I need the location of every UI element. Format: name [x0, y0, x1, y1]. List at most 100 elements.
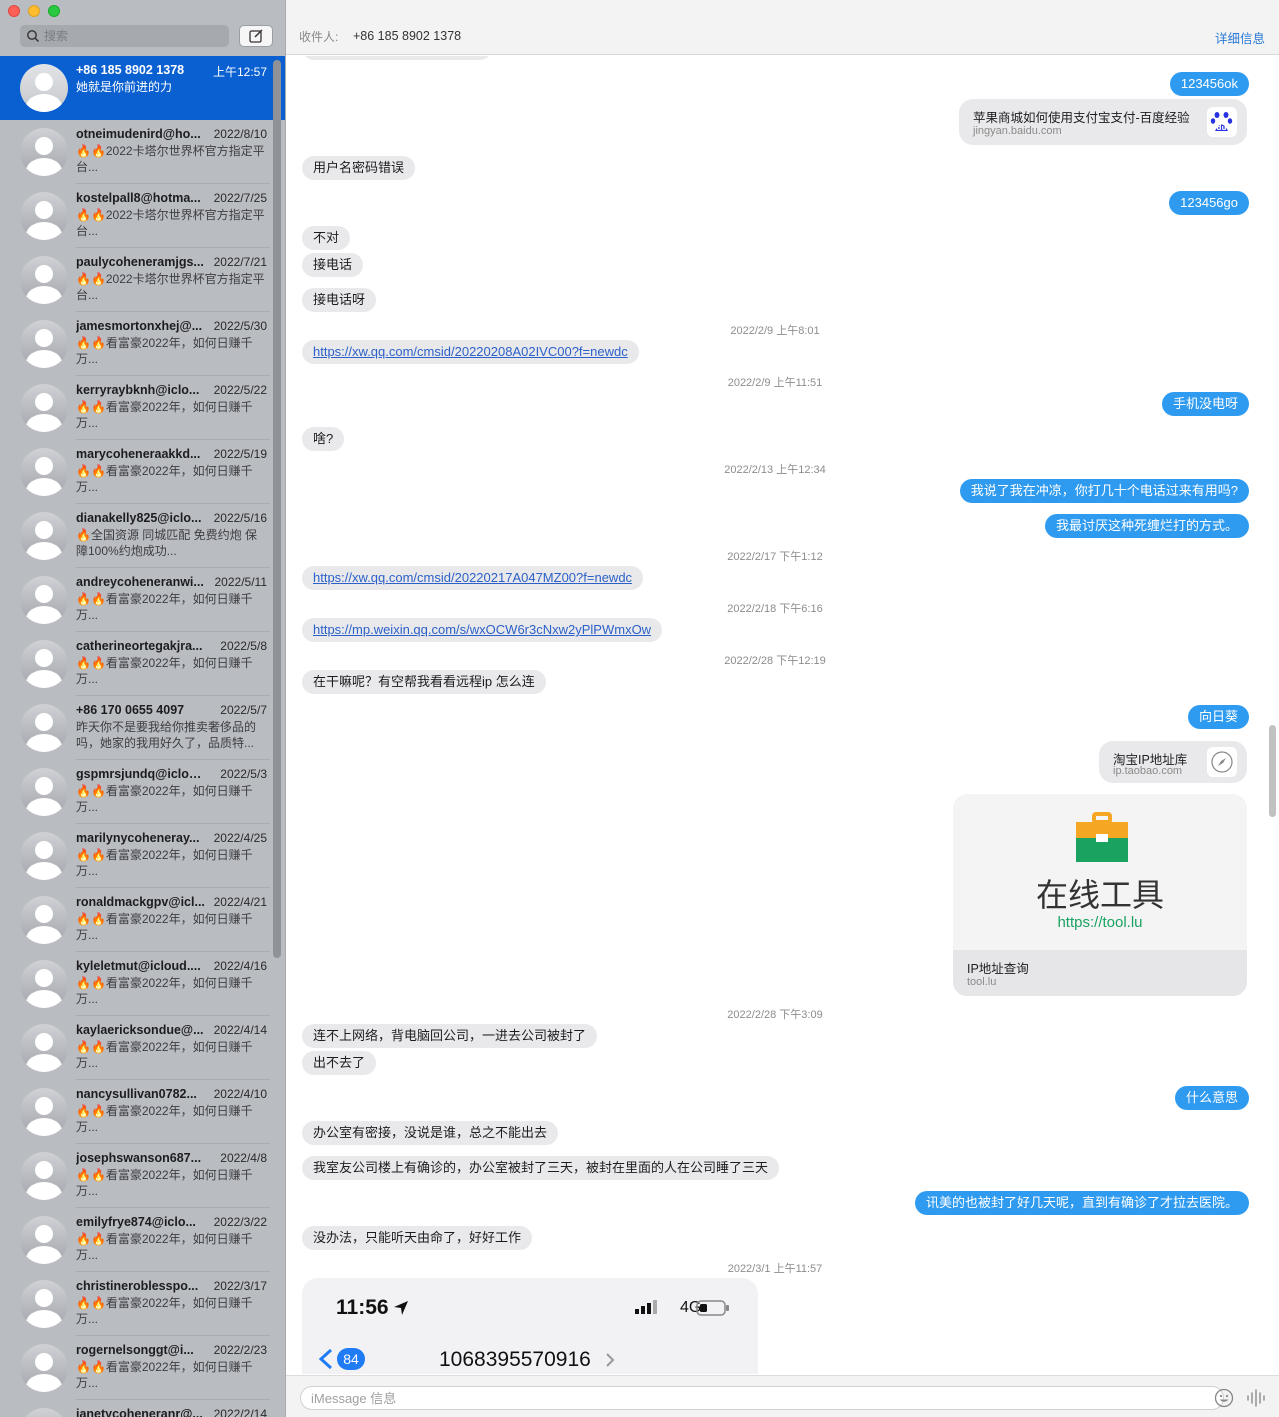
conversation-preview: 🔥🔥看富豪2022年，如何日赚千万... — [76, 400, 253, 430]
link-card-title: 苹果商城如何使用支付宝支付-百度经验 — [973, 111, 1190, 125]
link-card-footer: IP地址查询 tool.lu — [953, 950, 1247, 996]
conversation-date: 2022/3/22 — [213, 1215, 267, 1229]
timestamp: 2022/2/28 下午3:09 — [727, 1009, 823, 1021]
conversation-date: 2022/4/16 — [213, 959, 267, 973]
link-text[interactable]: https://xw.qq.com/cmsid/20220208A02IVC00… — [313, 344, 628, 359]
conversation-item[interactable]: rogernelsonggt@i... 2022/2/23 🔥🔥看富豪2022年，如… — [0, 1336, 285, 1400]
avatar — [20, 1408, 68, 1417]
conversation-name: janetycoheneranr@... — [76, 1407, 203, 1417]
conversation-name: kerryraybknh@iclo... — [76, 383, 200, 397]
conversation-item[interactable]: marilynycoheneray... 2022/4/25 🔥🔥看富豪2022年，… — [0, 824, 285, 888]
sidebar-scrollbar[interactable] — [273, 60, 281, 958]
avatar — [20, 1280, 68, 1328]
message-thread: 123456ok 苹果商城如何使用支付宝支付-百度经验 jingyan.baid… — [286, 56, 1279, 1374]
unread-badge: 84 — [337, 1348, 365, 1370]
link-card-title: IP地址查询 — [967, 962, 1029, 976]
conversation-name: +86 170 0655 4097 — [76, 703, 185, 717]
conversation-item[interactable]: kostelpall8@hotma... 2022/7/25 🔥🔥2022卡塔尔世界… — [0, 184, 285, 248]
message-bubble-in: 用户名密码错误 — [302, 156, 416, 180]
link-card-domain: tool.lu — [967, 976, 997, 988]
conversation-item[interactable]: ronaldmackgpv@icl... 2022/4/21 🔥🔥看富豪2022年，… — [0, 888, 285, 952]
link-card-tool[interactable]: 在线工具 https://tool.lu IP地址查询 tool.lu — [953, 794, 1247, 996]
message-input[interactable] — [300, 1386, 1224, 1410]
message-link[interactable]: https://xw.qq.com/cmsid/20220208A02IVC00… — [302, 340, 639, 364]
minimize-window-button[interactable] — [28, 5, 40, 17]
conversation-name: nancysullivan0782... — [76, 1087, 197, 1101]
message-bubble-in: 接电话呀 — [302, 288, 377, 312]
conversation-item[interactable]: nancysullivan0782... 2022/4/10 🔥🔥看富豪2022年，… — [0, 1080, 285, 1144]
conversation-name: jamesmortonxhej@... — [76, 319, 203, 333]
conversation-item[interactable]: dianakelly825@iclo... 2022/5/16 🔥全国资源 同城匹配… — [0, 504, 285, 568]
link-card-taobao[interactable]: 淘宝IP地址库 ip.taobao.com — [1099, 741, 1247, 783]
message-bubble-in: 接电话 — [302, 253, 364, 277]
zoom-window-button[interactable] — [48, 5, 60, 17]
conversation-preview: 🔥🔥2022卡塔尔世界杯官方指定平台... — [76, 144, 265, 174]
conversation-date: 2022/4/21 — [213, 895, 267, 909]
emoji-icon[interactable] — [1214, 1388, 1234, 1408]
conversation-item[interactable]: otneimudenird@ho... 2022/8/10 🔥🔥2022卡塔尔世界杯… — [0, 120, 285, 184]
conversation-name: ronaldmackgpv@icl... — [76, 895, 205, 909]
conversation-item[interactable]: +86 170 0655 4097 2022/5/7 昨天你不是要我给你推卖奢侈品的… — [0, 696, 285, 760]
conversation-item[interactable]: catherineortegakjra... 2022/5/8 🔥🔥看富豪2022年… — [0, 632, 285, 696]
conversation-name: andreycoheneranwi... — [76, 575, 204, 589]
conversation-name: emilyfrye874@iclo... — [76, 1215, 196, 1229]
avatar — [20, 704, 68, 752]
conversation-preview: 🔥🔥看富豪2022年，如何日赚千万... — [76, 336, 253, 366]
compose-button[interactable] — [239, 25, 273, 47]
conversation-item[interactable]: kaylaericksondue@... 2022/4/14 🔥🔥看富豪2022年，… — [0, 1016, 285, 1080]
conversation-preview: 🔥🔥看富豪2022年，如何日赚千万... — [76, 656, 253, 686]
conversation-item[interactable]: andreycoheneranwi... 2022/5/11 🔥🔥看富豪2022年，… — [0, 568, 285, 632]
conversation-list: +86 185 8902 1378 上午12:57 她就是你前进的力 otneimud… — [0, 56, 285, 1417]
conversation-date: 2022/8/10 — [213, 127, 267, 141]
message-bubble-out: 什么意思 — [1174, 1086, 1249, 1110]
close-window-button[interactable] — [8, 5, 20, 17]
conversation-item[interactable]: josephswanson687... 2022/4/8 🔥🔥看富豪2022年，如何… — [0, 1144, 285, 1208]
conversation-date: 2022/5/7 — [220, 703, 267, 717]
search-input[interactable] — [44, 29, 224, 43]
conversation-item[interactable]: paulycoheneramjgs... 2022/7/21 🔥🔥2022卡塔尔世界… — [0, 248, 285, 312]
details-button[interactable]: 详细信息 — [1215, 28, 1265, 47]
message-link[interactable]: https://mp.weixin.qq.com/s/wxOCW6r3cNxw2… — [302, 618, 663, 642]
timestamp: 2022/2/9 上午8:01 — [730, 325, 820, 337]
message-bubble-out: 123456go — [1169, 191, 1249, 215]
conversation-name: marilynycoheneray... — [76, 831, 200, 845]
conversation-item[interactable]: +86 185 8902 1378 上午12:57 她就是你前进的力 — [0, 56, 285, 120]
audio-waveform-icon[interactable] — [1246, 1388, 1266, 1408]
link-text[interactable]: https://xw.qq.com/cmsid/20220217A047MZ00… — [313, 570, 632, 585]
conversation-name: paulycoheneramjgs... — [76, 255, 204, 269]
conversation-date: 2022/5/19 — [213, 447, 267, 461]
conversation-preview: 🔥🔥看富豪2022年，如何日赚千万... — [76, 976, 253, 1006]
conversation-preview: 🔥🔥看富豪2022年，如何日赚千万... — [76, 464, 253, 494]
chat-header: 收件人: +86 185 8902 1378 详细信息 — [286, 0, 1279, 55]
message-link[interactable]: https://xw.qq.com/cmsid/20220217A047MZ00… — [302, 566, 644, 590]
conversation-item[interactable]: marycoheneraakkd... 2022/5/19 🔥🔥看富豪2022年，如… — [0, 440, 285, 504]
conversation-date: 2022/5/22 — [213, 383, 267, 397]
search-icon — [27, 30, 40, 43]
shot-contact-number: 1068395570916 — [439, 1348, 591, 1371]
conversation-item[interactable]: kerryraybknh@iclo... 2022/5/22 🔥🔥看富豪2022年，… — [0, 376, 285, 440]
recipient-value[interactable]: +86 185 8902 1378 — [353, 29, 461, 43]
avatar — [20, 512, 68, 560]
conversation-item[interactable]: kyleletmut@icloud.... 2022/4/16 🔥🔥看富豪2022年… — [0, 952, 285, 1016]
message-bubble-in: 出不去了 — [302, 1051, 377, 1075]
link-card-baidu[interactable]: 苹果商城如何使用支付宝支付-百度经验 jingyan.baidu.com du — [959, 99, 1247, 145]
conversation-name: gspmrsjundq@iclou... — [76, 767, 206, 781]
search-box[interactable] — [20, 25, 229, 47]
battery-icon — [696, 1300, 729, 1316]
link-text[interactable]: https://mp.weixin.qq.com/s/wxOCW6r3cNxw2… — [313, 622, 651, 637]
avatar — [20, 1152, 68, 1200]
conversation-item[interactable]: gspmrsjundq@iclou... 2022/5/3 🔥🔥看富豪2022年，如… — [0, 760, 285, 824]
shot-time: 11:56 — [336, 1296, 389, 1319]
timestamp: 2022/3/1 上午11:57 — [727, 1263, 823, 1275]
avatar — [20, 256, 68, 304]
conversation-item[interactable]: jamesmortonxhej@... 2022/5/30 🔥🔥看富豪2022年，如… — [0, 312, 285, 376]
screenshot-attachment[interactable]: 11:56 4G 84 1068395570916 — [302, 1278, 758, 1374]
conversation-item[interactable]: emilyfrye874@iclo... 2022/3/22 🔥🔥看富豪2022年，… — [0, 1208, 285, 1272]
svg-text:du: du — [1217, 124, 1227, 132]
avatar — [20, 384, 68, 432]
thread-scrollbar[interactable] — [1269, 725, 1276, 817]
conversation-name: kyleletmut@icloud.... — [76, 959, 201, 973]
conversation-preview: 🔥🔥看富豪2022年，如何日赚千万... — [76, 848, 253, 878]
conversation-item[interactable]: christineroblesspo... 2022/3/17 🔥🔥看富豪2022年… — [0, 1272, 285, 1336]
conversation-item[interactable]: janetycoheneranr@... 2022/2/14 — [0, 1400, 285, 1417]
